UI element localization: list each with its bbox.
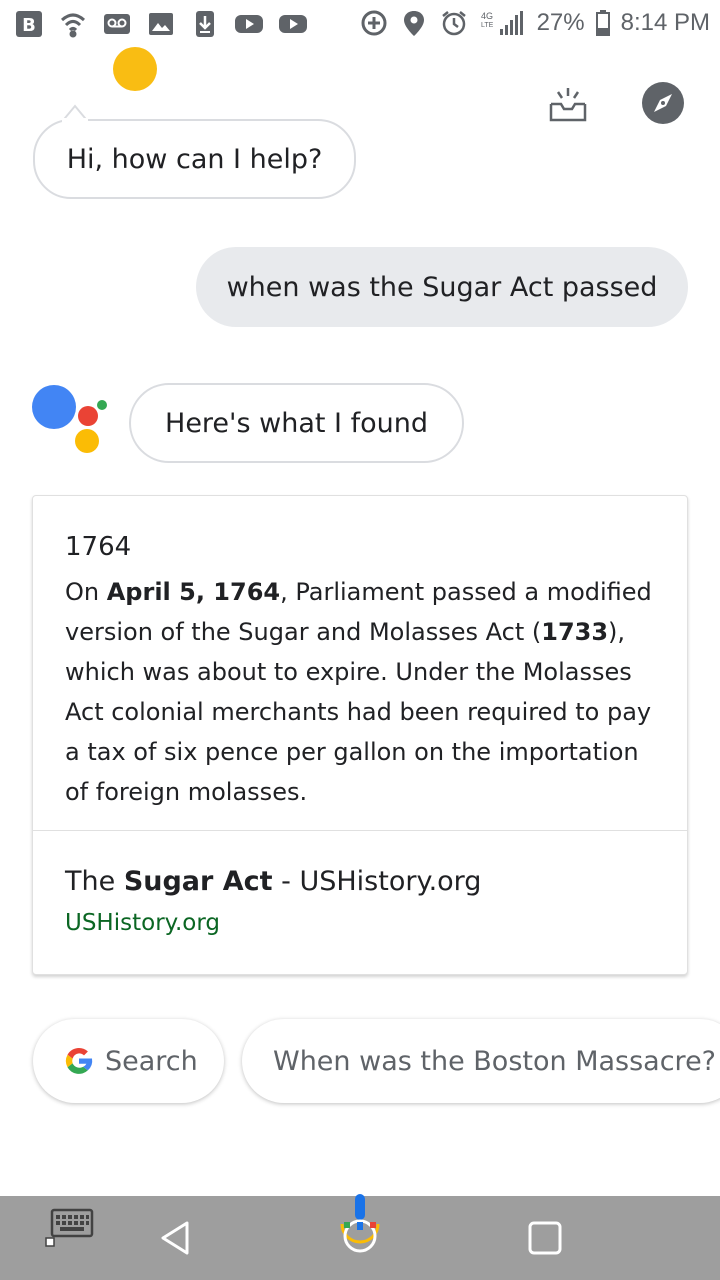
status-bar: B 4G LTE 27% 8:14 PM (0, 0, 720, 48)
youtube-icon (278, 9, 308, 39)
battery-icon (595, 8, 611, 38)
google-g-icon (63, 1045, 95, 1077)
recents-square-icon[interactable] (520, 1216, 570, 1260)
response-bubble: Here's what I found (129, 383, 464, 463)
snippet-prefix: On (65, 578, 107, 606)
status-system: 4G LTE 27% 8:14 PM (359, 8, 710, 38)
greeting-bubble: Hi, how can I help? (33, 119, 356, 199)
answer-snippet: On April 5, 1764, Parliament passed a mo… (65, 572, 665, 812)
search-chip[interactable]: Search (33, 1019, 224, 1103)
snippet-rest: ), which was about to expire. Under the … (65, 618, 652, 806)
source-url[interactable]: USHistory.org (65, 910, 220, 936)
svg-text:4G: 4G (481, 11, 493, 21)
source-title-prefix: The (65, 866, 124, 897)
clock: 8:14 PM (620, 9, 710, 36)
wifi-hotspot-icon (58, 9, 88, 39)
svg-text:LTE: LTE (481, 22, 494, 29)
snapshot-inbox-icon[interactable] (546, 84, 590, 124)
download-icon (190, 9, 220, 39)
source-title-link[interactable]: The Sugar Act - USHistory.org (65, 866, 481, 897)
voicemail-icon (102, 9, 132, 39)
youtube-icon (234, 9, 264, 39)
keyboard-icon[interactable] (44, 1208, 96, 1248)
explore-compass-icon[interactable] (641, 81, 685, 125)
signal-icon: 4G LTE (479, 8, 527, 38)
tail-cover (62, 118, 88, 122)
user-query-text: when was the Sugar Act passed (226, 271, 658, 303)
image-icon (146, 9, 176, 39)
data-saver-icon (359, 8, 389, 38)
source-title-bold: Sugar Act (123, 866, 273, 897)
navigation-bar (0, 1194, 720, 1280)
alarm-icon (439, 8, 469, 38)
response-text: Here's what I found (165, 407, 428, 439)
card-divider (33, 830, 687, 831)
answer-card[interactable]: 1764 On April 5, 1764, Parliament passed… (32, 495, 688, 975)
back-icon[interactable] (150, 1216, 200, 1260)
b-app-icon: B (14, 9, 44, 39)
snippet-date: April 5, 1764 (106, 578, 281, 606)
location-icon (399, 8, 429, 38)
status-notifications: B (14, 9, 308, 39)
answer-year: 1764 (65, 532, 132, 562)
home-assistant-icon[interactable] (330, 1194, 390, 1258)
svg-text:B: B (22, 15, 36, 36)
assistant-logo-icon (30, 383, 110, 455)
source-title-suffix: - USHistory.org (272, 866, 482, 897)
greeting-text: Hi, how can I help? (66, 143, 323, 175)
follow-up-label: When was the Boston Massacre? (273, 1045, 717, 1077)
snippet-year: 1733 (541, 618, 609, 646)
battery-percent: 27% (536, 9, 585, 36)
user-query-bubble: when was the Sugar Act passed (196, 247, 688, 327)
assistant-yellow-dot (113, 47, 157, 91)
follow-up-chip[interactable]: When was the Boston Massacre? (242, 1019, 720, 1103)
search-chip-label: Search (105, 1045, 198, 1077)
